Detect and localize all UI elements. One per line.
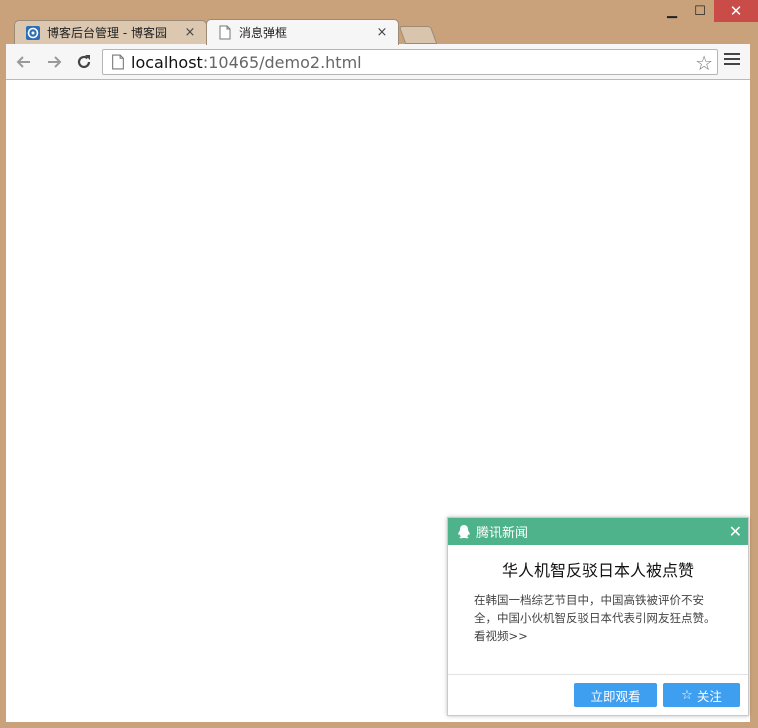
reload-button[interactable] [74,52,94,72]
tab-close-icon[interactable]: × [374,25,390,40]
watch-now-label: 立即观看 [590,688,641,704]
forward-button[interactable] [44,52,64,72]
popup-source: 腾讯新闻 [476,526,529,541]
tab-strip: 博客后台管理 - 博客园 × 消息弹框 × [0,18,758,45]
follow-label: 关注 [696,688,722,704]
tab-close-icon[interactable]: × [182,25,198,40]
page-favicon-icon [217,25,233,41]
tab-blog-admin[interactable]: 博客后台管理 - 博客园 × [14,20,207,44]
watch-now-button[interactable]: 立即观看 [574,683,657,707]
news-title[interactable]: 华人机智反驳日本人被点赞 [448,557,748,581]
follow-button[interactable]: ☆ 关注 [663,683,740,707]
tab-label: 博客后台管理 - 博客园 [47,26,167,40]
url-host: localhost [131,52,203,72]
url-path: :10465/demo2.html [202,52,362,72]
qq-penguin-icon [458,524,470,538]
back-arrow-icon [16,56,30,68]
new-tab-button[interactable] [398,26,438,44]
page-icon [112,54,124,70]
forward-arrow-icon [48,56,62,68]
back-button[interactable] [14,52,34,72]
popup-close-icon[interactable]: ✕ [729,522,742,541]
browser-toolbar: localhost:10465/demo2.html ☆ [6,44,750,80]
tab-label: 消息弹框 [239,26,288,40]
star-icon: ☆ [681,687,693,703]
cnblogs-favicon-icon [25,25,41,41]
bookmark-star-icon[interactable]: ☆ [695,51,713,75]
address-bar[interactable]: localhost:10465/demo2.html ☆ [102,49,718,75]
tab-message-popup[interactable]: 消息弹框 × [206,19,399,45]
reload-icon [77,55,91,69]
popup-footer: 立即观看 ☆ 关注 [448,674,748,715]
news-summary[interactable]: 在韩国一档综艺节目中，中国高铁被评价不安全，中国小伙机智反驳日本代表引网友狂点赞… [474,591,720,645]
popup-header: 腾讯新闻 ✕ [448,518,748,545]
news-popup: 腾讯新闻 ✕ 华人机智反驳日本人被点赞 在韩国一档综艺节目中，中国高铁被评价不安… [447,517,749,716]
menu-icon[interactable] [724,53,740,69]
